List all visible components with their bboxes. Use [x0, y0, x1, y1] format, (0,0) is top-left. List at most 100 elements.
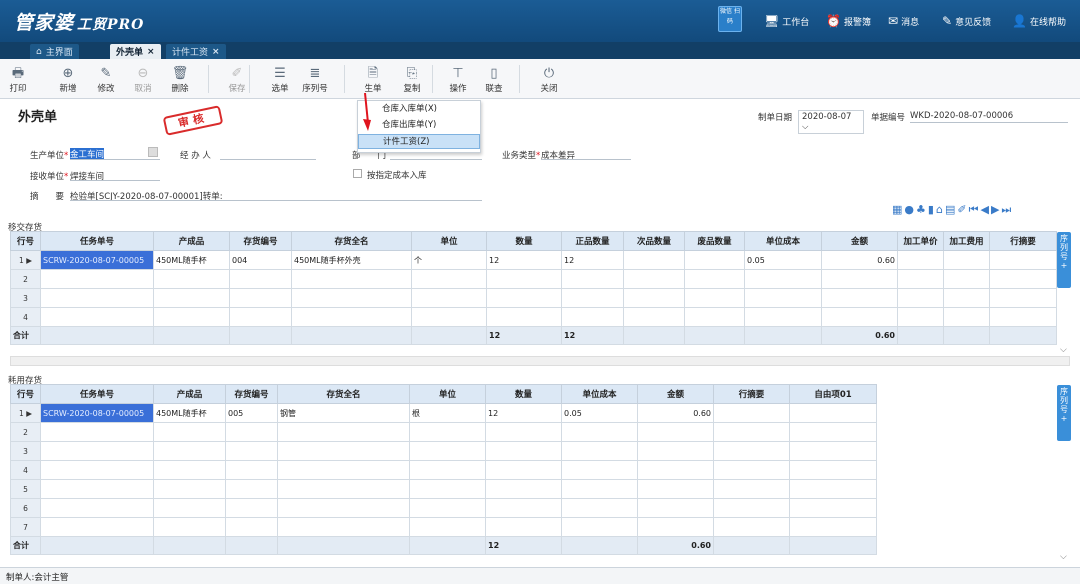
column-header[interactable]: 数量	[486, 231, 562, 251]
toolbar-power-button[interactable]: ⏻ 关闭	[531, 65, 567, 94]
table-cell[interactable]: 12	[561, 250, 624, 270]
table-cell[interactable]	[713, 441, 790, 461]
table-row[interactable]: 7	[10, 517, 877, 537]
column-header[interactable]: 存货编号	[229, 231, 292, 251]
table-cell[interactable]: SCRW-2020-08-07-00005	[40, 250, 154, 270]
table-cell[interactable]	[637, 422, 714, 442]
table-cell[interactable]: SCRW-2020-08-07-00005	[40, 403, 154, 423]
table-cell[interactable]: 004	[229, 250, 292, 270]
table-cell[interactable]	[989, 250, 1057, 270]
tab-piece-wage[interactable]: 计件工资 ×	[166, 44, 226, 59]
table-cell[interactable]	[40, 498, 154, 518]
table-cell[interactable]	[561, 288, 624, 308]
table-cell[interactable]	[291, 269, 412, 289]
column-header[interactable]: 行摘要	[713, 384, 790, 404]
grid-tools[interactable]: ▦●♣▮⌂▤✐⏮◀▶⏭	[892, 203, 1013, 217]
column-header[interactable]: 任务单号	[40, 384, 154, 404]
toolbar-copy-button[interactable]: ⎘ 复制	[394, 65, 430, 94]
serial-side-button-2[interactable]: 序列号 +	[1057, 385, 1071, 441]
table-cell[interactable]: 0.60	[637, 403, 714, 423]
date-field[interactable]: 2020-08-07 ⌵	[798, 110, 864, 134]
table-row[interactable]: 6	[10, 498, 877, 518]
nav-help[interactable]: 👤 在线帮助	[1012, 14, 1066, 28]
nav-workbench[interactable]: 🖥 工作台	[764, 14, 809, 28]
table-cell[interactable]	[684, 307, 745, 327]
column-header[interactable]: 存货编号	[225, 384, 278, 404]
column-header[interactable]: 金额	[821, 231, 898, 251]
table-cell[interactable]	[713, 498, 790, 518]
table-cell[interactable]: 12	[485, 403, 562, 423]
close-icon[interactable]: ×	[212, 47, 220, 57]
chevron-down-icon[interactable]: ⌵	[1060, 345, 1070, 355]
table-cell[interactable]: 450ML随手杯	[153, 403, 226, 423]
table-cell[interactable]	[291, 307, 412, 327]
column-header[interactable]: 单位	[411, 231, 487, 251]
table-cell[interactable]	[153, 498, 226, 518]
table-cell[interactable]	[277, 441, 410, 461]
table-cell[interactable]	[409, 422, 486, 442]
table-cell[interactable]	[225, 441, 278, 461]
qr-code-icon[interactable]: 微信 扫码	[718, 6, 742, 32]
serial-side-button[interactable]: 序列号 +	[1057, 232, 1071, 288]
table-cell[interactable]	[486, 269, 562, 289]
table-cell[interactable]	[637, 441, 714, 461]
table-row[interactable]: 1 ▶ SCRW-2020-08-07-00005 450ML随手杯 004 450ML…	[10, 250, 1057, 270]
table-cell[interactable]	[40, 441, 154, 461]
table-cell[interactable]	[411, 307, 487, 327]
table-cell[interactable]	[40, 307, 154, 327]
table-cell[interactable]: 450ML随手杯	[153, 250, 230, 270]
table-cell[interactable]	[943, 250, 990, 270]
table-cell[interactable]	[229, 288, 292, 308]
toolbar-edit-button[interactable]: ✎ 修改	[88, 65, 124, 94]
table-cell[interactable]	[40, 460, 154, 480]
toolbar-trash-button[interactable]: 🗑 删除	[162, 65, 198, 94]
table-cell[interactable]	[989, 307, 1057, 327]
table-cell[interactable]	[561, 307, 624, 327]
table-cell[interactable]	[623, 288, 685, 308]
column-header[interactable]: 单位	[409, 384, 486, 404]
tab-shell-bill[interactable]: 外壳单 ×	[110, 44, 161, 59]
table-cell[interactable]	[744, 269, 822, 289]
table-cell[interactable]	[744, 288, 822, 308]
column-header[interactable]: 金额	[637, 384, 714, 404]
table-cell[interactable]	[486, 307, 562, 327]
table-cell[interactable]: 005	[225, 403, 278, 423]
table-cell[interactable]	[561, 460, 638, 480]
table-cell[interactable]	[225, 460, 278, 480]
table-cell[interactable]	[684, 288, 745, 308]
table-cell[interactable]	[225, 517, 278, 537]
table-row[interactable]: 1 ▶ SCRW-2020-08-07-00005 450ML随手杯 005 钢管根 12…	[10, 403, 877, 423]
toolbar-link-button[interactable]: ▯ 联查	[476, 65, 512, 94]
toolbar-list-button[interactable]: ≣ 序列号	[297, 65, 333, 94]
table-cell[interactable]	[225, 498, 278, 518]
toolbar-select-button[interactable]: ☰ 选单	[262, 65, 298, 94]
bill-no-field[interactable]: WKD-2020-08-07-00006	[910, 111, 1013, 121]
table-cell[interactable]	[409, 441, 486, 461]
table-cell[interactable]	[485, 479, 562, 499]
table-cell[interactable]	[291, 288, 412, 308]
table-cell[interactable]: 根	[409, 403, 486, 423]
column-header[interactable]: 自由项01	[789, 384, 877, 404]
table-cell[interactable]	[789, 517, 877, 537]
table-cell[interactable]	[153, 288, 230, 308]
table-cell[interactable]	[989, 288, 1057, 308]
table-cell[interactable]	[40, 479, 154, 499]
table-cell[interactable]: 0.05	[561, 403, 638, 423]
table-cell[interactable]	[713, 422, 790, 442]
table-cell[interactable]	[713, 460, 790, 480]
table-cell[interactable]	[40, 269, 154, 289]
table-cell[interactable]: 钢管	[277, 403, 410, 423]
table-cell[interactable]	[637, 479, 714, 499]
table-cell[interactable]	[744, 307, 822, 327]
table-cell[interactable]	[225, 422, 278, 442]
table-cell[interactable]	[409, 517, 486, 537]
close-icon[interactable]: ×	[147, 47, 155, 57]
column-header[interactable]: 产成品	[153, 231, 230, 251]
table-cell[interactable]	[789, 441, 877, 461]
table-cell[interactable]	[713, 403, 790, 423]
table-cell[interactable]	[277, 517, 410, 537]
table-cell[interactable]	[485, 498, 562, 518]
table-cell[interactable]	[229, 269, 292, 289]
table-cell[interactable]	[789, 403, 877, 423]
table-cell[interactable]	[153, 479, 226, 499]
